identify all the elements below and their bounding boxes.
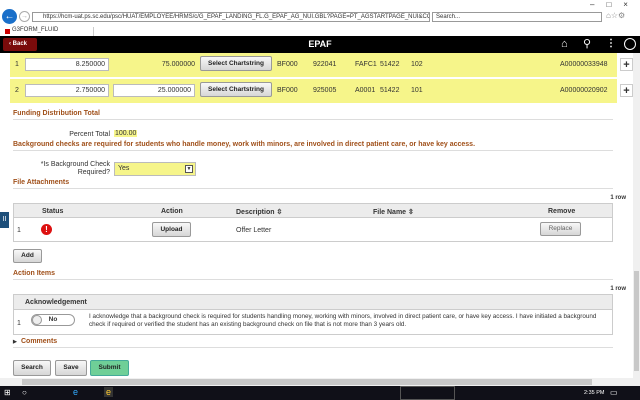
add-row-plus-icon[interactable]: + (620, 58, 633, 71)
table-row: 1 No I acknowledge that a background che… (14, 310, 612, 334)
cortana-icon[interactable]: ○ (22, 388, 27, 397)
sort-icon: ⇳ (276, 209, 283, 216)
tab-title: G3FORM_FLUID (12, 27, 59, 33)
acknowledgement-toggle[interactable]: No (31, 314, 75, 326)
fund-code: BF000 (277, 87, 298, 94)
comments-toggle[interactable]: ▶ Comments (13, 338, 613, 348)
col-action: Action (161, 208, 183, 215)
dept-id: 925005 (313, 87, 337, 94)
row-count: 1 row (610, 286, 626, 292)
tray-apps[interactable] (400, 386, 455, 400)
class: 102 (411, 61, 423, 68)
action-items-heading: Action Items (13, 270, 613, 280)
upload-button[interactable]: Upload (152, 222, 191, 237)
browser-toolbar-icons[interactable]: ⌂☆⚙ (606, 11, 625, 20)
browser-search-input[interactable]: Search... (432, 12, 602, 22)
save-button[interactable]: Save (55, 360, 87, 376)
error-icon: ! (41, 224, 52, 235)
add-attachment-button[interactable]: Add (13, 249, 42, 263)
chevron-down-icon: ▼ (185, 165, 193, 173)
vertical-scrollbar[interactable] (633, 53, 640, 378)
side-panel-handle[interactable]: II (0, 212, 9, 228)
taskbar: ⊞ ○ e e 2:35 PM ▭ (0, 386, 640, 400)
windows-start-icon[interactable]: ⊞ (4, 388, 11, 397)
ie-icon[interactable]: e (104, 387, 114, 397)
description: Offer Letter (236, 227, 272, 234)
expand-arrow-icon: ▶ (13, 339, 17, 345)
actions-menu-icon[interactable]: ⋮ (606, 38, 616, 49)
attachments-table: Status Action Description ⇳ File Name ⇳ … (13, 203, 613, 242)
background-check-notice: Background checks are required for stude… (13, 141, 613, 151)
table-header: Acknowledgement (14, 295, 612, 310)
toggle-label: No (48, 316, 58, 323)
program-code: FAFC1 (355, 61, 377, 68)
replace-button[interactable]: Replace (540, 222, 581, 236)
chartstring-id: A00000020902 (560, 87, 608, 94)
funding-row: 1 8.250000 75.000000 Select Chartstring … (10, 53, 617, 77)
edge-icon[interactable]: e (73, 387, 78, 397)
chartstring-id: A00000033948 (560, 61, 608, 68)
address-bar[interactable]: https://hcm-uat.ps.sc.edu/psc/HUAT/EMPLO… (32, 12, 430, 22)
navbar-icon[interactable] (624, 38, 636, 50)
window-controls[interactable]: –□× (590, 0, 640, 9)
file-attachments-heading: File Attachments (13, 179, 613, 189)
percent-total-value: 100.00 (114, 130, 138, 137)
account: 51422 (380, 87, 400, 94)
row-index: 1 (17, 320, 21, 327)
scrollbar-thumb[interactable] (22, 379, 592, 385)
background-check-label: *Is Background Check Required? (40, 161, 110, 177)
col-file-name[interactable]: File Name ⇳ (373, 208, 414, 216)
app-header: ‹ Back EPAF ⌂ ⚲ ⋮ (0, 36, 640, 53)
col-description[interactable]: Description ⇳ (236, 208, 282, 216)
home-icon[interactable]: ⌂ (561, 38, 568, 50)
program-code: A0001 (355, 87, 376, 94)
horizontal-scrollbar[interactable] (0, 378, 640, 386)
toggle-knob (32, 315, 42, 325)
select-chartstring-button[interactable]: Select Chartstring (200, 82, 272, 97)
comments-label: Comments (21, 338, 58, 345)
dept-id: 922041 (313, 61, 337, 68)
page-title: EPAF (308, 39, 332, 49)
table-header: Status Action Description ⇳ File Name ⇳ … (14, 204, 612, 218)
search-button[interactable]: Search (13, 360, 51, 376)
class: 101 (411, 87, 423, 94)
browser-forward-icon[interactable]: → (19, 11, 30, 22)
percent-total-label: Percent Total (69, 131, 110, 138)
add-row-plus-icon[interactable]: + (620, 84, 633, 97)
row-index: 1 (17, 227, 21, 234)
search-icon[interactable]: ⚲ (583, 37, 591, 50)
col-remove: Remove (548, 208, 576, 215)
notifications-icon[interactable]: ▭ (610, 388, 618, 397)
clock: 2:35 PM (584, 390, 605, 396)
account: 51422 (380, 61, 400, 68)
select-value: Yes (118, 165, 130, 172)
browser-back-icon[interactable]: ← (2, 9, 17, 24)
percent-input[interactable]: 8.250000 (25, 58, 109, 71)
browser-chrome: ← → https://hcm-uat.ps.sc.edu/psc/HUAT/E… (0, 0, 640, 36)
background-check-select[interactable]: Yes ▼ (114, 162, 196, 176)
row-count: 1 row (610, 195, 626, 201)
fund-code: BF000 (277, 61, 298, 68)
col-acknowledgement: Acknowledgement (25, 299, 87, 306)
sort-icon: ⇳ (408, 209, 414, 216)
scrollbar-thumb[interactable] (634, 271, 639, 371)
row-index: 2 (15, 87, 19, 94)
funding-total-heading: Funding Distribution Total (13, 110, 613, 120)
acknowledgement-table: Acknowledgement 1 No I acknowledge that … (13, 294, 613, 335)
col-status: Status (42, 208, 64, 215)
browser-tab[interactable]: G3FORM_FLUID (2, 27, 94, 36)
funding-row: 2 2.750000 25.000000 Select Chartstring … (10, 79, 617, 103)
row-index: 1 (15, 61, 19, 68)
submit-button[interactable]: Submit (90, 360, 129, 376)
label-line: *Is Background Check (40, 161, 110, 168)
acknowledgement-text: I acknowledge that a background check is… (89, 313, 597, 328)
label-line: Required? (77, 169, 110, 176)
distribution-percent-input[interactable]: 25.000000 (113, 84, 195, 97)
select-chartstring-button[interactable]: Select Chartstring (200, 56, 272, 71)
distribution-percent: 75.000000 (161, 61, 195, 68)
table-row: 1 ! Upload Offer Letter Replace (14, 218, 612, 242)
percent-input[interactable]: 2.750000 (25, 84, 109, 97)
